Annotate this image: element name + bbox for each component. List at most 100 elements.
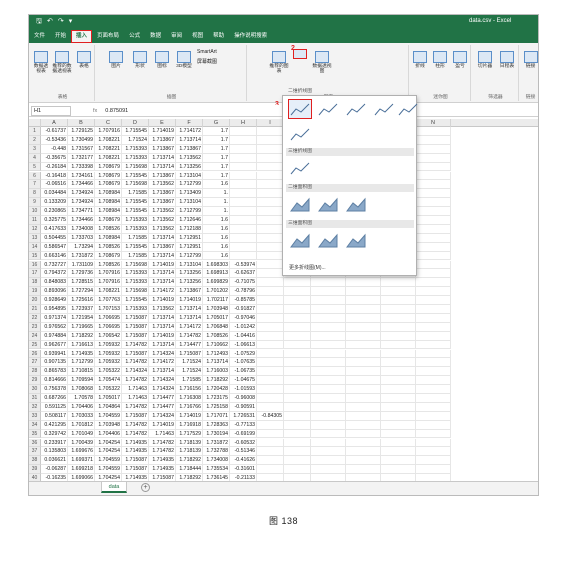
table-cell[interactable] <box>311 322 346 332</box>
table-cell[interactable] <box>230 189 257 199</box>
table-cell[interactable]: 1.715087 <box>122 411 149 421</box>
table-cell[interactable]: 1.732788 <box>203 447 230 457</box>
pivot-table-button[interactable]: 数据透视表 <box>32 51 50 75</box>
table-cell[interactable] <box>346 358 381 368</box>
table-cell[interactable]: 1.708984 <box>95 198 122 208</box>
table-cell[interactable] <box>257 438 284 448</box>
table-cell[interactable]: -0.84305 <box>257 411 284 421</box>
tab-0[interactable]: 文件 <box>29 30 50 43</box>
table-cell[interactable]: 0.893096 <box>41 287 68 297</box>
smartart-button[interactable]: SmartArt <box>197 49 217 55</box>
table-cell[interactable] <box>257 349 284 359</box>
table-cell[interactable]: 1.713714 <box>149 153 176 163</box>
recommended-charts-button[interactable]: 推荐的图表 <box>269 51 289 75</box>
table-cell[interactable] <box>311 411 346 421</box>
table-cell[interactable]: 1.708984 <box>95 189 122 199</box>
table-cell[interactable]: 0.976562 <box>41 322 68 332</box>
area-chart-icon[interactable] <box>288 194 312 214</box>
100-stacked-line-icon[interactable] <box>344 99 368 119</box>
table-cell[interactable] <box>257 465 284 475</box>
row-header[interactable]: 28 <box>29 367 41 377</box>
table-cell[interactable] <box>257 260 284 270</box>
table-cell[interactable]: 0.907135 <box>41 358 68 368</box>
table-cell[interactable]: 1.705932 <box>95 358 122 368</box>
row-header[interactable]: 40 <box>29 474 41 481</box>
table-cell[interactable]: 1.725158 <box>203 402 230 412</box>
table-cell[interactable] <box>284 287 311 297</box>
table-cell[interactable]: 1.728515 <box>68 278 95 288</box>
table-cell[interactable]: 1.734771 <box>68 207 95 216</box>
table-cell[interactable]: 1.708984 <box>95 207 122 216</box>
table-cell[interactable] <box>416 127 451 136</box>
table-cell[interactable]: -1.07635 <box>230 358 257 368</box>
table-cell[interactable] <box>257 207 284 216</box>
row-header[interactable]: 24 <box>29 331 41 341</box>
table-cell[interactable]: 1.714019 <box>149 331 176 341</box>
table-cell[interactable]: 1.71524 <box>176 358 203 368</box>
table-cell[interactable] <box>257 127 284 136</box>
table-cell[interactable]: 0.421295 <box>41 420 68 430</box>
table-cell[interactable]: 1. <box>203 207 230 216</box>
table-cell[interactable]: 1.715545 <box>122 127 149 136</box>
table-cell[interactable] <box>257 394 284 403</box>
row-header[interactable]: 3 <box>29 144 41 154</box>
screenshot-button[interactable]: 屏幕截图 <box>197 58 217 65</box>
row-header[interactable]: 10 <box>29 207 41 216</box>
table-cell[interactable] <box>284 349 311 359</box>
table-cell[interactable]: 0.974884 <box>41 331 68 341</box>
table-cell[interactable]: 1.6 <box>203 224 230 234</box>
table-cell[interactable]: 0.036621 <box>41 456 68 466</box>
table-cell[interactable]: 1.731567 <box>68 144 95 154</box>
table-cell[interactable] <box>381 456 416 466</box>
table-cell[interactable]: 1.6 <box>203 242 230 252</box>
table-cell[interactable] <box>416 394 451 403</box>
tab-7[interactable]: 视图 <box>187 30 208 43</box>
table-cell[interactable] <box>311 278 346 288</box>
table-cell[interactable]: -0.71075 <box>230 278 257 288</box>
table-cell[interactable]: 1.713867 <box>149 242 176 252</box>
table-cell[interactable] <box>284 322 311 332</box>
row-header[interactable]: 14 <box>29 242 41 252</box>
table-cell[interactable] <box>230 251 257 261</box>
table-cell[interactable]: 1.707916 <box>95 278 122 288</box>
table-cell[interactable]: 1.713562 <box>149 216 176 225</box>
stacked-area-icon[interactable] <box>316 194 340 214</box>
row-header[interactable]: 15 <box>29 251 41 261</box>
table-cell[interactable]: 0.329742 <box>41 429 68 439</box>
table-cell[interactable]: 1.714782 <box>122 340 149 350</box>
table-cell[interactable] <box>381 447 416 457</box>
table-cell[interactable]: 1.720428 <box>203 385 230 394</box>
tab-1[interactable]: 开始 <box>50 30 71 43</box>
table-cell[interactable]: 1.713562 <box>149 207 176 216</box>
sparkline-column-button[interactable]: 柱形 <box>431 51 449 69</box>
table-cell[interactable] <box>257 322 284 332</box>
table-cell[interactable] <box>311 367 346 377</box>
table-cell[interactable] <box>416 367 451 377</box>
table-cell[interactable]: 1.706542 <box>95 331 122 341</box>
row-header[interactable]: 22 <box>29 313 41 323</box>
save-icon[interactable]: 🖫 <box>36 17 42 28</box>
table-cell[interactable]: 1.731872 <box>68 251 95 261</box>
table-cell[interactable]: 1.714324 <box>149 385 176 394</box>
table-cell[interactable]: 1.713256 <box>176 269 203 279</box>
table-cell[interactable]: 1.708679 <box>95 216 122 225</box>
table-cell[interactable]: 1.704406 <box>95 429 122 439</box>
row-header[interactable]: 8 <box>29 189 41 199</box>
table-cell[interactable]: -0.91827 <box>230 305 257 314</box>
table-cell[interactable] <box>257 358 284 368</box>
table-cell[interactable] <box>381 305 416 314</box>
table-cell[interactable]: -0.61737 <box>41 127 68 136</box>
table-cell[interactable]: 1.713714 <box>176 313 203 323</box>
column-header-C[interactable]: C <box>95 119 122 127</box>
table-cell[interactable] <box>230 171 257 181</box>
line-markers-icon[interactable] <box>372 99 396 119</box>
table-cell[interactable]: 1.718292 <box>176 474 203 481</box>
table-cell[interactable] <box>257 402 284 412</box>
table-cell[interactable] <box>257 233 284 243</box>
table-cell[interactable]: -0.85785 <box>230 296 257 305</box>
table-cell[interactable] <box>416 224 451 234</box>
table-cell[interactable]: 1.713714 <box>203 358 230 368</box>
3d-models-button[interactable]: 3D模型 <box>175 51 193 69</box>
table-cell[interactable]: 1.733398 <box>68 162 95 172</box>
table-cell[interactable]: -0.97046 <box>230 313 257 323</box>
